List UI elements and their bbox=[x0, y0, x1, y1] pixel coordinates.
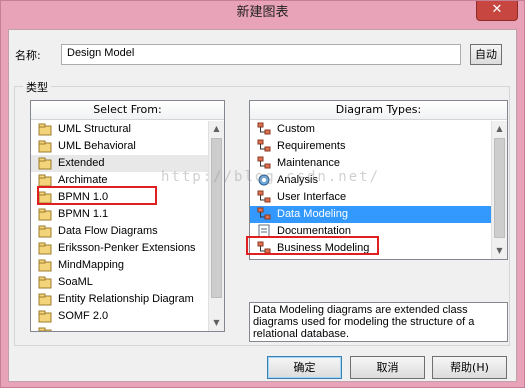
left-list-item-label: SOMF 2.0 bbox=[58, 310, 109, 322]
left-list-item-label: UML Behavioral bbox=[58, 140, 136, 152]
right-list-item-label: Data Modeling bbox=[277, 208, 348, 220]
right-list-item-label: User Interface bbox=[277, 191, 347, 203]
data-modeling-highlight-box bbox=[246, 236, 379, 255]
left-list-item-label: BPMN 1.1 bbox=[58, 208, 109, 220]
select-from-header: Select From: bbox=[31, 101, 224, 120]
new-diagram-dialog: 新建图表 ✕ 名称: Design Model 自动 类型 Select Fro… bbox=[0, 0, 525, 388]
select-from-list: UML Structural UML Behavioral Extended Arch… bbox=[31, 121, 208, 331]
name-field[interactable]: Design Model bbox=[61, 44, 461, 65]
right-list-item-label: Analysis bbox=[277, 174, 318, 186]
left-list-item-label: MindMapping bbox=[58, 259, 125, 271]
select-from-panel: Select From: UML Structural UML Behaviora… bbox=[30, 100, 225, 332]
left-list-item[interactable]: Data Flow Diagrams bbox=[31, 223, 208, 240]
dialog-title: 新建图表 bbox=[236, 5, 289, 20]
description-box: Data Modeling diagrams are extended clas… bbox=[249, 302, 508, 342]
name-label: 名称: bbox=[15, 49, 41, 62]
left-list-item[interactable]: SoaML bbox=[31, 274, 208, 291]
right-scrollbar[interactable]: ▲ ▼ bbox=[491, 121, 507, 259]
right-list-item-label: Custom bbox=[277, 123, 315, 135]
package-icon bbox=[38, 326, 52, 331]
scroll-down-icon[interactable]: ▼ bbox=[492, 243, 507, 259]
ok-button[interactable]: 确定 bbox=[267, 356, 342, 379]
left-list-item-label: SoaML bbox=[58, 276, 93, 288]
scroll-thumb[interactable] bbox=[211, 138, 222, 298]
left-list-item[interactable]: MindMapping bbox=[31, 257, 208, 274]
close-button[interactable]: ✕ bbox=[476, 1, 518, 21]
left-list-item-label: Extended bbox=[58, 157, 105, 169]
right-list-item[interactable]: Data Modeling bbox=[250, 206, 491, 223]
right-list-item[interactable]: Custom bbox=[250, 121, 491, 138]
left-list-item[interactable]: Extended bbox=[31, 155, 208, 172]
cancel-button[interactable]: 取消 bbox=[350, 356, 425, 379]
right-list-item-label: Requirements bbox=[277, 140, 346, 152]
right-list-item[interactable]: Requirements bbox=[250, 138, 491, 155]
extended-highlight-box bbox=[37, 186, 157, 205]
left-list-item[interactable]: SOMF 2.0 bbox=[31, 308, 208, 325]
scroll-up-icon[interactable]: ▲ bbox=[209, 121, 224, 137]
left-list-item-label: UML Structural bbox=[58, 123, 131, 135]
left-list-item[interactable]: UML Behavioral bbox=[31, 138, 208, 155]
type-group-label: 类型 bbox=[23, 79, 51, 95]
scroll-up-icon[interactable]: ▲ bbox=[492, 121, 507, 137]
auto-button[interactable]: 自动 bbox=[470, 44, 502, 65]
scroll-thumb[interactable] bbox=[494, 138, 505, 238]
close-icon: ✕ bbox=[491, 2, 503, 17]
right-list-item[interactable]: User Interface bbox=[250, 189, 491, 206]
right-list-item[interactable]: Maintenance bbox=[250, 155, 491, 172]
left-scrollbar[interactable]: ▲ ▼ bbox=[208, 121, 224, 331]
left-list-item[interactable]: Eriksson-Penker Extensions bbox=[31, 240, 208, 257]
left-list-item[interactable]: UML Structural bbox=[31, 121, 208, 138]
left-list-item-label: Archimate bbox=[58, 174, 108, 186]
left-list-item-label: Entity Relationship Diagram bbox=[58, 293, 194, 305]
type-group: 类型 Select From: UML Structural UML Behavi… bbox=[14, 79, 510, 346]
help-button[interactable]: 帮助(H) bbox=[432, 356, 507, 379]
left-list-item[interactable] bbox=[31, 325, 208, 331]
left-list-item[interactable]: BPMN 1.1 bbox=[31, 206, 208, 223]
scroll-down-icon[interactable]: ▼ bbox=[209, 315, 224, 331]
diagram-types-header: Diagram Types: bbox=[250, 101, 507, 120]
left-list-item[interactable]: Entity Relationship Diagram bbox=[31, 291, 208, 308]
right-list-item-label: Maintenance bbox=[277, 157, 340, 169]
left-list-item-label: Data Flow Diagrams bbox=[58, 225, 158, 237]
dialog-body: 名称: Design Model 自动 类型 Select From: UML … bbox=[8, 29, 517, 382]
left-list-item-label: Eriksson-Penker Extensions bbox=[58, 242, 196, 254]
right-list-item[interactable]: Analysis bbox=[250, 172, 491, 189]
